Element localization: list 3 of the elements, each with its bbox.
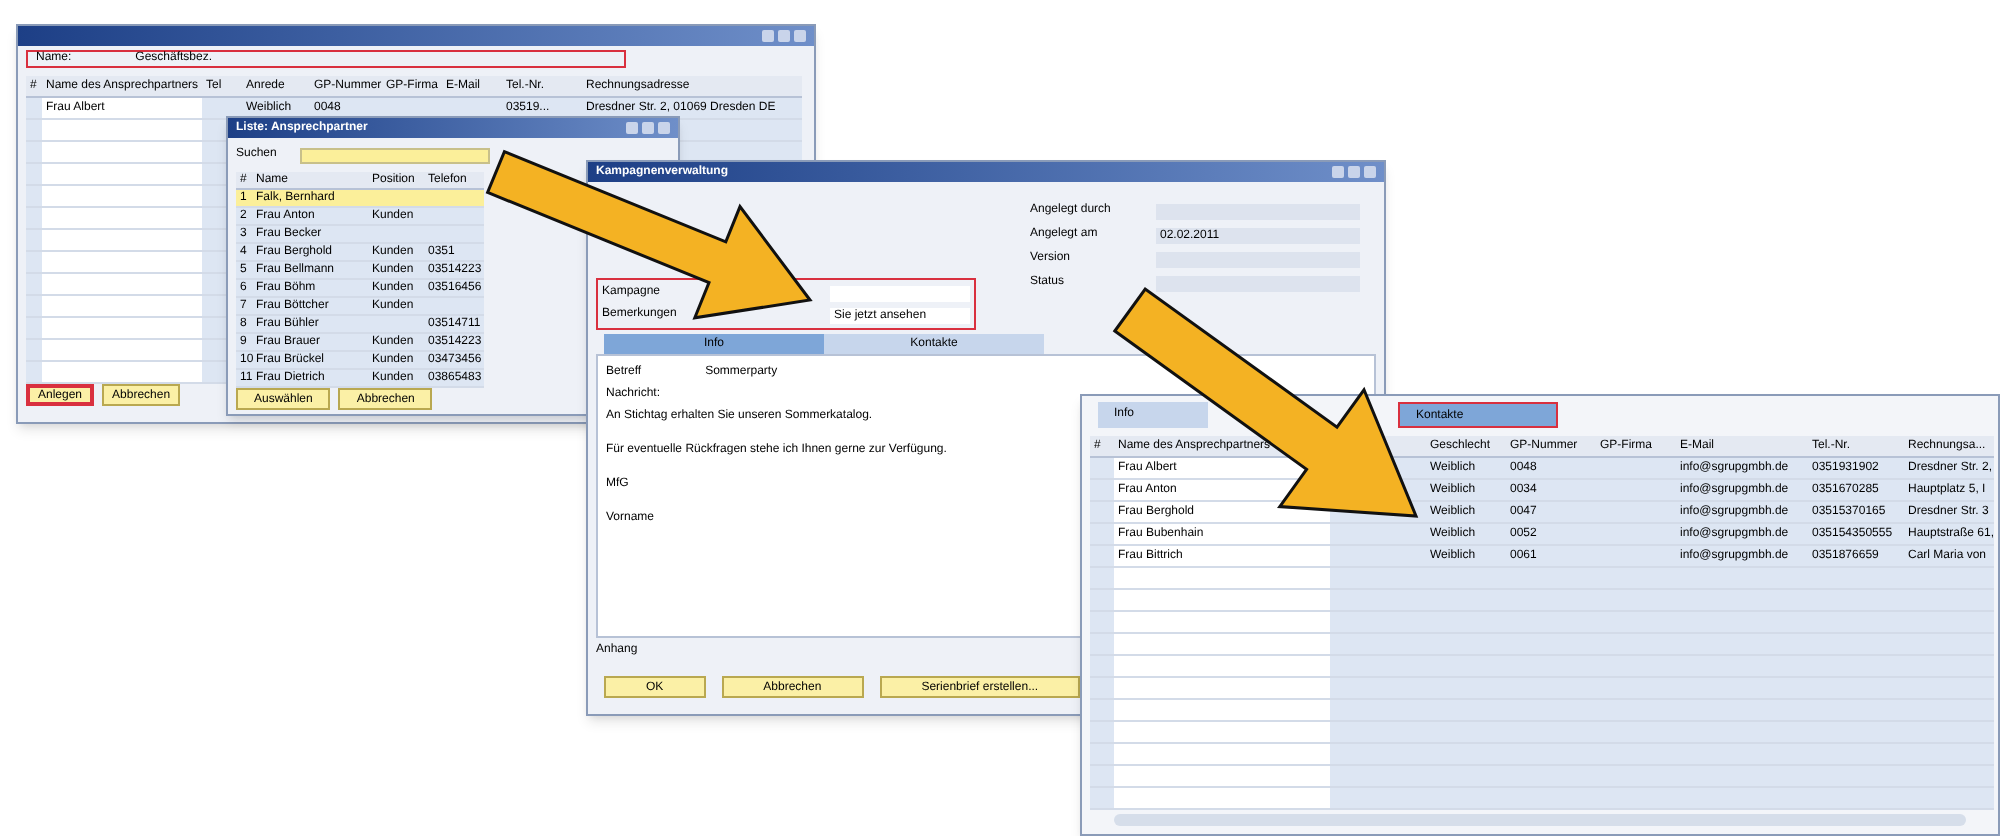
- scrollbar[interactable]: [1114, 814, 1966, 826]
- search-field[interactable]: [300, 147, 491, 163]
- input-field[interactable]: [1156, 275, 1360, 291]
